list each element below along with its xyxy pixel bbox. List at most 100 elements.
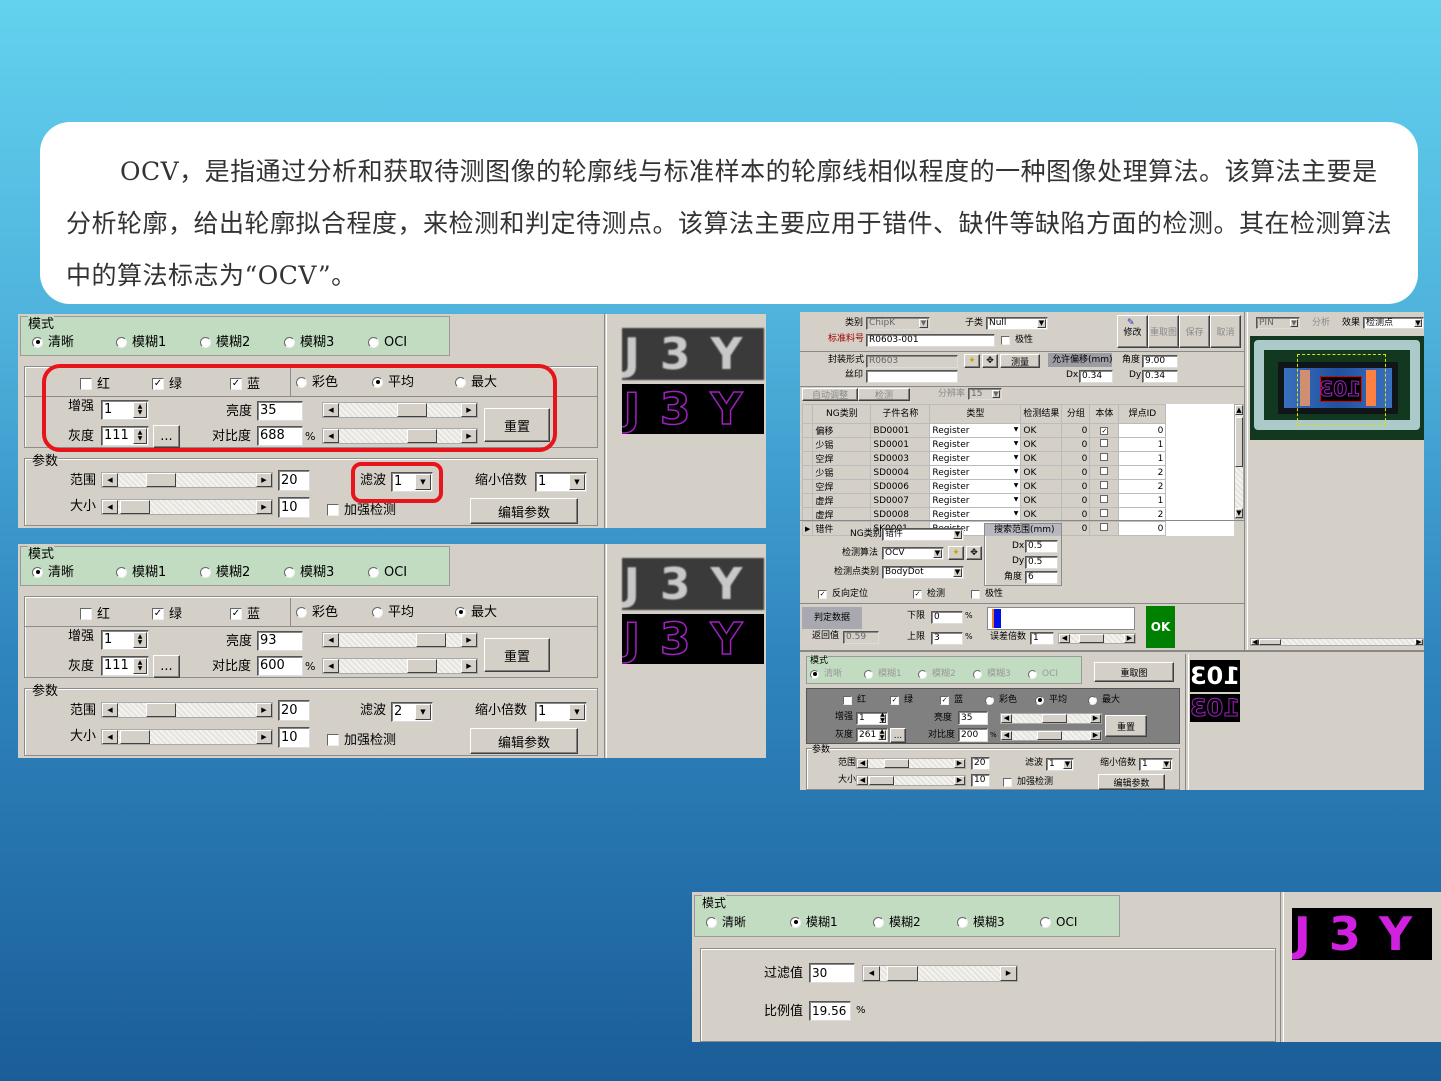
ratio-input[interactable]: 19.56 bbox=[809, 1001, 851, 1021]
column-header[interactable]: 检测结果 bbox=[1020, 404, 1063, 424]
arrow-up-icon[interactable]: ▲ bbox=[1235, 405, 1243, 415]
chevron-down-icon[interactable]: ▼ bbox=[415, 704, 431, 720]
size-slider-thumb[interactable] bbox=[120, 500, 151, 514]
arrow-left-icon[interactable]: ◀ bbox=[857, 775, 868, 785]
body-checkbox[interactable] bbox=[1100, 467, 1109, 475]
brightness-slider-thumb[interactable] bbox=[416, 633, 447, 647]
range-slider[interactable]: ◀ ▶ bbox=[101, 472, 273, 488]
subclass-combo[interactable]: Null ▼ bbox=[986, 316, 1048, 330]
package-input[interactable]: R0603 bbox=[866, 354, 958, 368]
chevron-down-icon[interactable]: ▼ bbox=[1290, 319, 1298, 327]
mini-mode-1-radio[interactable] bbox=[864, 669, 873, 679]
mini-range-slider[interactable]: ◀ ▶ bbox=[856, 757, 966, 769]
size-slider-thumb[interactable] bbox=[120, 730, 151, 744]
move-icon[interactable]: ✥ bbox=[966, 546, 982, 560]
chevron-down-icon[interactable]: ▼ bbox=[1014, 468, 1019, 475]
body-checkbox[interactable] bbox=[1100, 509, 1109, 517]
arrow-down-icon[interactable]: ▼ bbox=[1235, 508, 1243, 518]
size-input[interactable]: 10 bbox=[278, 726, 310, 748]
mini-brightness-slider[interactable]: ◀ ▶ bbox=[1000, 712, 1102, 724]
filter-value-input[interactable]: 30 bbox=[809, 963, 855, 983]
arrow-right-icon[interactable]: ▶ bbox=[256, 473, 272, 487]
cell-type[interactable]: Register ▼ bbox=[929, 423, 1022, 438]
mini-brightness-slider-thumb[interactable] bbox=[1042, 713, 1068, 723]
contrast-input[interactable]: 600 bbox=[257, 656, 303, 676]
column-header[interactable]: 分组 bbox=[1061, 404, 1091, 424]
mini-mode-4-radio[interactable] bbox=[1028, 669, 1037, 679]
table-scrollbar[interactable]: ▲ ▼ bbox=[1234, 404, 1244, 519]
table-row[interactable]: 少锡 SD0001 Register ▼ OK 0 1 bbox=[801, 437, 1234, 452]
contrast-slider[interactable]: ◀ ▶ bbox=[322, 658, 478, 674]
error-mult-slider-thumb[interactable] bbox=[1079, 633, 1105, 643]
toolbar-button-1[interactable]: 重取图 bbox=[1148, 315, 1179, 348]
search-dx-input[interactable]: 0.5 bbox=[1025, 539, 1058, 553]
mini-mode-0-radio[interactable] bbox=[810, 669, 819, 679]
arrow-left-icon[interactable]: ◀ bbox=[323, 633, 339, 647]
size-slider[interactable]: ◀ ▶ bbox=[101, 499, 273, 515]
channel-2-checkbox[interactable]: ✓ bbox=[230, 608, 242, 620]
cell-body[interactable] bbox=[1089, 493, 1120, 508]
arrow-left-icon[interactable]: ◀ bbox=[863, 965, 880, 981]
toolbar-button-2[interactable]: 保存 bbox=[1179, 315, 1210, 348]
cell-body[interactable] bbox=[1089, 465, 1120, 480]
arrow-left-icon[interactable]: ◀ bbox=[1001, 730, 1012, 740]
view-scrollbar-thumb[interactable] bbox=[1259, 639, 1281, 645]
arrow-right-icon[interactable]: ▶ bbox=[1000, 965, 1017, 981]
bottom-mode-3-radio[interactable] bbox=[957, 916, 968, 928]
cell-body[interactable]: ✓ bbox=[1089, 423, 1120, 438]
arrow-right-icon[interactable]: ▶ bbox=[1090, 713, 1101, 723]
lower-input[interactable]: 0 bbox=[931, 610, 963, 624]
chevron-down-icon[interactable]: ▼ bbox=[569, 474, 585, 490]
arrow-left-icon[interactable]: ◀ bbox=[857, 758, 868, 768]
column-header[interactable]: 焊点ID bbox=[1118, 404, 1167, 424]
spin-arrows-icon[interactable]: ▲ ▼ bbox=[133, 632, 147, 648]
view-combo[interactable]: PIN ▼ bbox=[1256, 317, 1300, 329]
mode-0-radio[interactable] bbox=[32, 566, 43, 578]
chevron-down-icon[interactable]: ▼ bbox=[1014, 426, 1019, 433]
reset-button[interactable]: 重置 bbox=[484, 638, 550, 672]
chevron-down-icon[interactable]: ▼ bbox=[919, 318, 928, 328]
chevron-down-icon[interactable]: ▼ bbox=[1414, 319, 1422, 327]
arrow-left-icon[interactable]: ◀ bbox=[1001, 713, 1012, 723]
body-checkbox[interactable] bbox=[1100, 439, 1109, 447]
color-mode-0-radio[interactable] bbox=[296, 606, 307, 618]
mode-4-radio[interactable] bbox=[368, 566, 379, 578]
chevron-down-icon[interactable]: ▼ bbox=[992, 390, 1000, 398]
mode-1-radio[interactable] bbox=[116, 566, 127, 578]
chevron-down-icon[interactable]: ▼ bbox=[953, 529, 962, 539]
view-scrollbar[interactable]: ◀ ▶ bbox=[1250, 638, 1424, 646]
chevron-down-icon[interactable]: ▼ bbox=[1014, 496, 1019, 503]
mini-mode-3-radio[interactable] bbox=[973, 669, 982, 679]
cell-body[interactable] bbox=[1089, 437, 1120, 452]
mini-size-slider-thumb[interactable] bbox=[869, 775, 895, 785]
cell-body[interactable] bbox=[1089, 479, 1120, 494]
mini-mode-2-radio[interactable] bbox=[918, 669, 927, 679]
mini-enhance-spinbox[interactable]: 1 ▲ ▼ bbox=[856, 711, 888, 725]
mini-reset-button[interactable]: 重置 bbox=[1105, 715, 1147, 737]
filter-value-slider-thumb[interactable] bbox=[887, 965, 919, 981]
mini-range-input[interactable]: 20 bbox=[971, 756, 990, 770]
filter-value-slider[interactable]: ◀ ▶ bbox=[862, 964, 1018, 982]
body-checkbox[interactable] bbox=[1100, 453, 1109, 461]
size-slider[interactable]: ◀ ▶ bbox=[101, 729, 273, 745]
range-input[interactable]: 20 bbox=[278, 699, 310, 721]
arrow-right-icon[interactable]: ▶ bbox=[256, 500, 272, 514]
bottom-mode-2-radio[interactable] bbox=[873, 916, 884, 928]
chevron-down-icon[interactable]: ▼ bbox=[1063, 759, 1072, 769]
filter-combo[interactable]: 2 ▼ bbox=[391, 702, 433, 722]
shrink-combo[interactable]: 1 ▼ bbox=[535, 702, 587, 722]
arrow-right-icon[interactable]: ▶ bbox=[256, 703, 272, 717]
ng-type-combo[interactable]: 错件 ▼ bbox=[882, 527, 964, 541]
polarity-checkbox[interactable] bbox=[1001, 335, 1010, 345]
part-no-input[interactable]: R0603-001 bbox=[866, 333, 995, 347]
shrink-combo[interactable]: 1 ▼ bbox=[535, 472, 587, 492]
body-checkbox[interactable] bbox=[1100, 495, 1109, 503]
arrow-left-icon[interactable]: ◀ bbox=[102, 730, 118, 744]
detect-checkbox[interactable]: ✓ bbox=[913, 589, 922, 599]
mini-shrink-combo[interactable]: 1 ▼ bbox=[1139, 757, 1173, 771]
mini-enhance-detect-checkbox[interactable] bbox=[1003, 777, 1012, 787]
wand-icon[interactable]: ✦ bbox=[964, 354, 980, 368]
column-header[interactable]: 本体 bbox=[1089, 404, 1120, 424]
arrow-left-icon[interactable]: ◀ bbox=[1251, 638, 1259, 646]
search-dy-input[interactable]: 0.5 bbox=[1025, 555, 1058, 569]
